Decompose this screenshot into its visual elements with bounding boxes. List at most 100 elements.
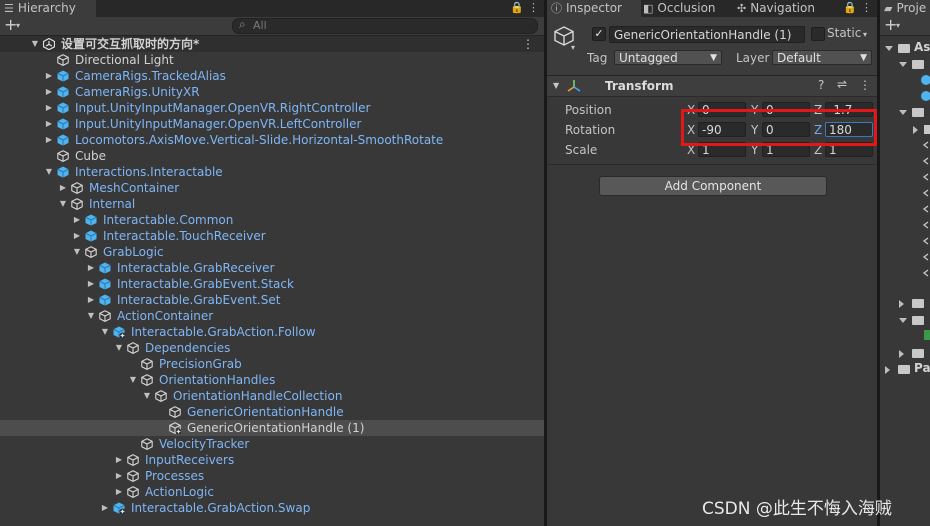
fold-closed-icon[interactable]: ▶ (44, 84, 54, 100)
hierarchy-row[interactable]: ▼ Dependencies (0, 340, 544, 356)
hierarchy-row[interactable]: ▶ InputReceivers (0, 452, 544, 468)
hierarchy-row[interactable]: ▶ Interactable.GrabAction.Swap (0, 500, 544, 516)
fold-closed-icon[interactable]: ▶ (72, 212, 82, 228)
gameobject-cube-icon (127, 342, 139, 354)
scene-menu-icon[interactable]: ⋮ (522, 36, 534, 52)
fold-open-icon[interactable]: ▼ (142, 388, 152, 404)
hierarchy-row-label: GenericOrientationHandle (187, 405, 344, 419)
fold-closed-icon[interactable]: ▶ (58, 180, 68, 196)
component-menu-icon[interactable]: ⋮ (859, 78, 871, 92)
presets-icon[interactable]: ⇌ (837, 77, 847, 91)
fold-open-icon[interactable]: ▼ (30, 36, 40, 52)
hierarchy-row[interactable]: ▼ Internal (0, 196, 544, 212)
fold-closed-icon[interactable]: ▶ (44, 100, 54, 116)
hierarchy-row[interactable]: ▼ Interactions.Interactable (0, 164, 544, 180)
hierarchy-row-label: GrabLogic (103, 245, 164, 259)
hierarchy-row[interactable]: ▶ Processes (0, 468, 544, 484)
gameobject-cube-icon (169, 422, 181, 434)
hierarchy-row[interactable]: ▶ Input.UnityInputManager.OpenVR.RightCon… (0, 100, 544, 116)
hierarchy-row[interactable]: Directional Light (0, 52, 544, 68)
tab-inspector[interactable]: ⓘ Inspector (547, 0, 641, 17)
hierarchy-toolbar: + ▾ ⌕ All (0, 16, 544, 36)
help-icon[interactable]: ? (818, 78, 824, 92)
static-checkbox[interactable] (811, 27, 825, 41)
hierarchy-row[interactable]: ▶ Input.UnityInputManager.OpenVR.LeftCont… (0, 116, 544, 132)
assets-root-label[interactable]: As (914, 40, 930, 54)
fold-open-icon[interactable]: ▼ (100, 324, 110, 340)
hierarchy-row[interactable]: ▶ Interactable.GrabEvent.Stack (0, 276, 544, 292)
fold-open-icon[interactable]: ▼ (128, 372, 138, 388)
hierarchy-row[interactable]: ▶ Interactable.GrabEvent.Set (0, 292, 544, 308)
fold-closed-icon[interactable]: ▶ (114, 468, 124, 484)
create-dropdown-icon[interactable]: ▾ (16, 21, 20, 30)
hierarchy-row[interactable]: GenericOrientationHandle (1) (0, 420, 544, 436)
layer-dropdown[interactable]: Default ▼ (772, 50, 872, 65)
info-icon: ⓘ (551, 2, 562, 15)
transform-component-header[interactable]: ▼ Transform ? ⇌ ⋮ (547, 76, 877, 97)
lock-icon[interactable]: 🔒 (843, 1, 857, 15)
hierarchy-row[interactable]: ▶ CameraRigs.UnityXR (0, 84, 544, 100)
hierarchy-row[interactable]: ▶ CameraRigs.TrackedAlias (0, 68, 544, 84)
hierarchy-row[interactable]: ▶ MeshContainer (0, 180, 544, 196)
tag-dropdown[interactable]: Untagged ▼ (614, 50, 722, 65)
hierarchy-row[interactable]: ▼ GrabLogic (0, 244, 544, 260)
hierarchy-row[interactable]: ▶ Interactable.GrabReceiver (0, 260, 544, 276)
hierarchy-row[interactable]: ▶ Locomotors.AxisMove.Vertical-Slide.Hori… (0, 132, 544, 148)
tag-label: Tag (587, 51, 608, 65)
hierarchy-row[interactable]: ▼ Interactable.GrabAction.Follow (0, 324, 544, 340)
fold-open-icon[interactable]: ▼ (72, 244, 82, 260)
layer-label: Layer (736, 51, 770, 65)
hierarchy-row[interactable]: ▶ ActionLogic (0, 484, 544, 500)
rotation-label: Rotation (565, 123, 616, 137)
lock-icon[interactable]: 🔒 (510, 1, 524, 15)
position-label: Position (565, 103, 612, 117)
gameobject-cube-icon (99, 310, 111, 322)
more-menu-icon[interactable]: ⋮ (528, 1, 539, 15)
hierarchy-row-label: Locomotors.AxisMove.Vertical-Slide.Horiz… (75, 133, 444, 147)
tab-navigation[interactable]: ✣ Navigation (733, 0, 837, 17)
fold-closed-icon[interactable]: ▶ (114, 452, 124, 468)
fold-closed-icon[interactable]: ▶ (44, 116, 54, 132)
hierarchy-row[interactable]: ▼ OrientationHandleCollection (0, 388, 544, 404)
static-dropdown-icon[interactable]: ▾ (863, 30, 867, 39)
active-checkbox[interactable]: ✓ (592, 27, 606, 41)
scene-row[interactable]: ▼ 设置可交互抓取时的方向* ⋮ (0, 36, 544, 52)
hierarchy-row-label: Dependencies (145, 341, 231, 355)
create-dropdown-icon[interactable]: ▾ (896, 21, 900, 30)
hierarchy-search-input[interactable]: ⌕ All (232, 17, 538, 34)
fold-open-icon[interactable]: ▼ (86, 308, 96, 324)
fold-closed-icon[interactable]: ▶ (100, 500, 110, 516)
hierarchy-row[interactable]: GenericOrientationHandle (0, 404, 544, 420)
fold-open-icon[interactable]: ▼ (114, 340, 124, 356)
more-menu-icon[interactable]: ⋮ (861, 1, 872, 15)
fold-open-icon[interactable]: ▼ (58, 196, 68, 212)
hierarchy-row[interactable]: VelocityTracker (0, 436, 544, 452)
fold-closed-icon[interactable]: ▶ (44, 68, 54, 84)
fold-closed-icon[interactable]: ▶ (114, 484, 124, 500)
hierarchy-row[interactable]: ▼ OrientationHandles (0, 372, 544, 388)
hierarchy-row[interactable]: ▼ ActionContainer (0, 308, 544, 324)
hierarchy-row-label: ActionLogic (145, 485, 214, 499)
add-component-button[interactable]: Add Component (599, 176, 827, 196)
tab-occlusion[interactable]: ◧ Occlusion (639, 0, 735, 17)
fold-closed-icon[interactable]: ▶ (86, 260, 96, 276)
icon-dropdown-icon[interactable]: ▾ (571, 43, 575, 52)
prefab-cube-icon (57, 118, 69, 130)
unity-scene-icon (43, 38, 55, 50)
gameobject-cube-icon (71, 182, 83, 194)
fold-closed-icon[interactable]: ▶ (86, 276, 96, 292)
object-name-field[interactable]: GenericOrientationHandle (1) (609, 26, 805, 43)
hierarchy-row[interactable]: PrecisionGrab (0, 356, 544, 372)
fold-open-icon[interactable]: ▼ (44, 164, 54, 180)
fold-open-icon[interactable]: ▼ (553, 81, 559, 90)
fold-closed-icon[interactable]: ▶ (44, 132, 54, 148)
hierarchy-row[interactable]: ▶ Interactable.Common (0, 212, 544, 228)
fold-closed-icon[interactable]: ▶ (72, 228, 82, 244)
watermark: CSDN @此生不悔入海贼 (702, 499, 892, 519)
hierarchy-row[interactable]: Cube (0, 148, 544, 164)
packages-root-label[interactable]: Pa (914, 361, 930, 375)
hierarchy-row[interactable]: ▶ Interactable.TouchReceiver (0, 228, 544, 244)
fold-closed-icon[interactable]: ▶ (86, 292, 96, 308)
hierarchy-row-label: Interactable.GrabEvent.Set (117, 293, 281, 307)
scale-label: Scale (565, 143, 598, 157)
